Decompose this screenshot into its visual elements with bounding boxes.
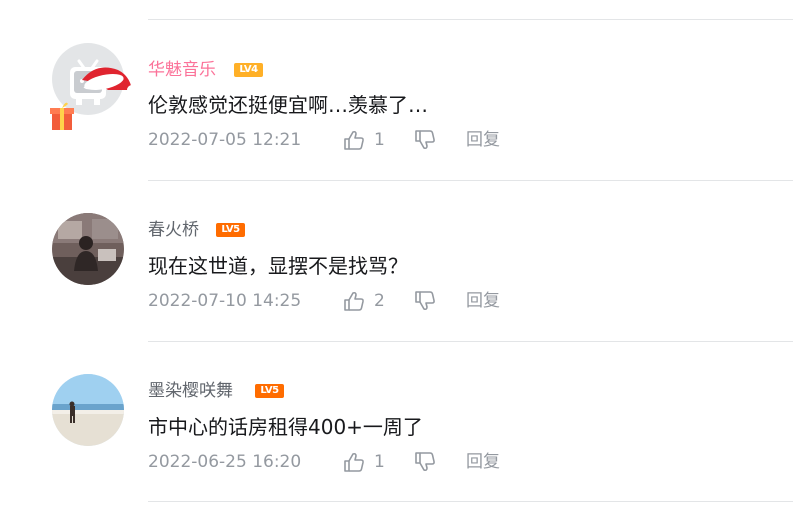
default-tv-avatar-icon <box>52 43 124 115</box>
dislike-button[interactable] <box>414 130 436 152</box>
comment-meta: 2022-06-25 16:20 1 回复 <box>148 451 648 473</box>
bottom-divider <box>148 501 793 502</box>
person-at-desk-photo-avatar-icon <box>52 213 124 285</box>
comment-time: 2022-07-05 12:21 <box>148 130 302 150</box>
comment-meta: 2022-07-05 12:21 1 回复 <box>148 129 648 151</box>
thumbs-down-icon <box>415 130 435 150</box>
like-count: 2 <box>374 291 385 311</box>
comment-item: 春火桥 LV5 现在这世道，显摆不是找骂？ 2022-07-10 14:25 2… <box>0 181 793 342</box>
dislike-button[interactable] <box>414 291 436 313</box>
comment-time: 2022-07-10 14:25 <box>148 291 302 311</box>
like-count: 1 <box>374 130 385 150</box>
avatar[interactable] <box>52 213 124 285</box>
reply-button[interactable]: 回复 <box>466 129 500 151</box>
level-badge: LV5 <box>255 384 284 398</box>
comment-text: 伦敦感觉还挺便宜啊…羡慕了… <box>148 93 428 117</box>
username[interactable]: 华魅音乐 <box>148 59 216 81</box>
reply-button[interactable]: 回复 <box>466 290 500 312</box>
level-badge: LV5 <box>216 223 245 237</box>
username[interactable]: 春火桥 <box>148 219 199 241</box>
comment-text: 市中心的话房租得400+一周了 <box>148 415 423 439</box>
avatar[interactable] <box>52 43 124 115</box>
comment-meta: 2022-07-10 14:25 2 回复 <box>148 290 648 312</box>
thumbs-up-icon <box>344 291 364 311</box>
thumbs-down-icon <box>415 452 435 472</box>
thumbs-up-icon <box>344 452 364 472</box>
reply-button[interactable]: 回复 <box>466 451 500 473</box>
username[interactable]: 墨染樱咲舞 <box>148 380 233 402</box>
like-count: 1 <box>374 452 385 472</box>
level-badge: LV4 <box>234 63 263 77</box>
comment-item: 华魅音乐 LV4 伦敦感觉还挺便宜啊…羡慕了… 2022-07-05 12:21… <box>0 20 793 181</box>
comment-text: 现在这世道，显摆不是找骂？ <box>148 254 408 278</box>
comment-item: 墨染樱咲舞 LV5 市中心的话房租得400+一周了 2022-06-25 16:… <box>0 342 793 503</box>
comment-time: 2022-06-25 16:20 <box>148 452 302 472</box>
person-on-beach-photo-avatar-icon <box>52 374 124 446</box>
avatar[interactable] <box>52 374 124 446</box>
dislike-button[interactable] <box>414 452 436 474</box>
thumbs-up-icon <box>344 130 364 150</box>
thumbs-down-icon <box>415 291 435 311</box>
